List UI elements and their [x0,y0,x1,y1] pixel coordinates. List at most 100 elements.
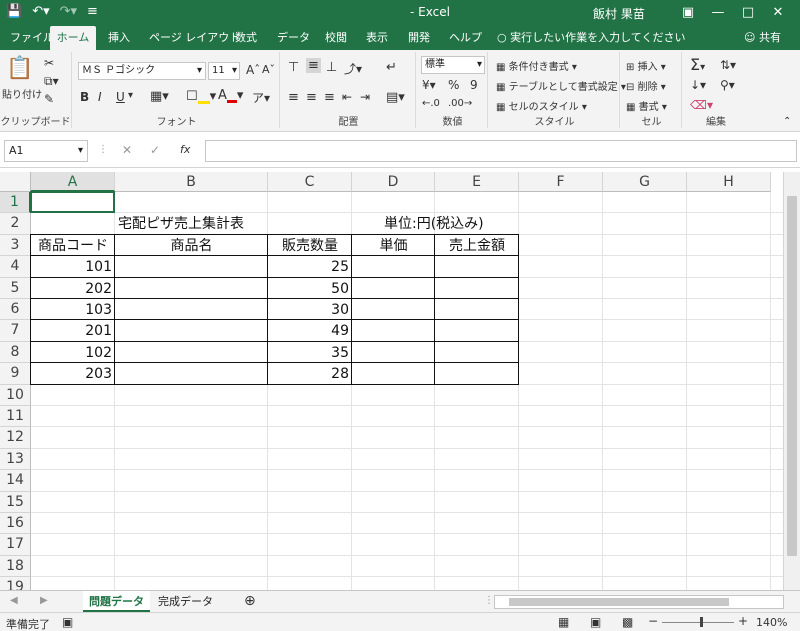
increase-decimal-icon[interactable]: ←.0 [422,98,440,109]
scroll-thumb[interactable] [509,598,729,606]
insert-cells-button[interactable]: ⊞ 挿入 ▾ [626,58,666,73]
tab-developer[interactable]: 開発 [406,26,432,50]
currency-icon[interactable]: ¥▾ [422,78,436,92]
column-header-b[interactable]: B [115,172,268,192]
phonetic-icon[interactable]: ア▾ [252,89,270,106]
number-format-select[interactable]: 標準 ▾ [421,56,485,74]
tell-me-box[interactable]: ○ 実行したい作業を入力してください [497,26,685,50]
paste-button[interactable]: 貼り付け [2,86,42,101]
tab-data[interactable]: データ [275,26,312,50]
sheet-tab-completed-data[interactable]: 完成データ [152,591,219,612]
grow-font-button[interactable]: Aˆ [246,63,260,77]
row-header-8[interactable]: 8 [0,341,31,364]
row-header-11[interactable]: 11 [0,406,31,428]
page-break-view-icon[interactable]: ▩ [622,615,633,629]
row-header-16[interactable]: 16 [0,513,31,535]
row-header-2[interactable]: 2 [0,213,31,235]
column-header-h[interactable]: H [687,172,771,192]
row-header-17[interactable]: 17 [0,534,31,556]
font-color-icon[interactable]: A ▾ [218,88,243,103]
wrap-text-icon[interactable]: ↵ [386,60,397,75]
align-middle-icon[interactable]: ≡ [306,58,321,73]
autosum-icon[interactable]: Σ▾ [690,55,705,74]
row-header-19[interactable]: 19 [0,577,31,590]
percent-button[interactable]: % [448,78,459,92]
scroll-left-icon[interactable]: ◀ [10,595,18,606]
tab-view[interactable]: 表示 [364,26,390,50]
column-header-f[interactable]: F [519,172,603,192]
zoom-level[interactable]: 140% [756,616,787,629]
paste-icon[interactable]: 📋 [6,56,33,81]
row-header-14[interactable]: 14 [0,470,31,492]
row-header-1[interactable]: 1 [0,192,31,214]
zoom-in-icon[interactable]: + [738,614,748,628]
scroll-thumb[interactable] [787,196,797,556]
cancel-icon[interactable]: ✕ [122,143,132,157]
worksheet-grid[interactable]: A B C D E F G H 1 2 3 4 5 6 7 8 9 10 11 12 13 14 15 16 17 18 19 宅配ピ… [0,172,800,590]
row-header-10[interactable]: 10 [0,384,31,406]
orientation-icon[interactable]: ⤴▾ [344,60,362,77]
macro-record-icon[interactable]: ▣ [62,615,73,629]
horizontal-scrollbar[interactable] [494,595,784,609]
font-size-select[interactable]: 11 ▾ [208,62,240,80]
italic-button[interactable]: I [98,90,102,104]
borders-icon[interactable]: ▦▾ [150,89,169,104]
active-cell-selection[interactable] [30,191,115,214]
name-box[interactable]: A1 ▾ [4,140,88,162]
align-center-icon[interactable]: ≡ [306,90,317,105]
bold-button[interactable]: B [80,90,89,104]
column-header-d[interactable]: D [352,172,435,192]
tab-home[interactable]: ホーム [50,26,96,50]
delete-cells-button[interactable]: ⊟ 削除 ▾ [626,78,666,93]
ribbon-options-icon[interactable]: ▣ [673,2,703,24]
user-name[interactable]: 飯村 果苗 [593,5,645,22]
scroll-right-icon[interactable]: ▶ [40,595,48,606]
merge-center-icon[interactable]: ▤▾ [386,90,405,105]
column-header-a[interactable]: A [31,172,115,192]
select-all-corner[interactable] [0,172,31,192]
save-icon[interactable]: 💾 [6,3,22,21]
redo-icon[interactable]: ↷▾ [60,3,77,21]
fill-color-icon[interactable]: ☐ ▾ [186,89,216,104]
minimize-icon[interactable]: — [703,2,733,24]
decrease-decimal-icon[interactable]: .00→ [448,98,472,109]
align-left-icon[interactable]: ≡ [288,90,299,105]
split-handle-icon[interactable]: ⋮ [484,595,494,606]
shrink-font-button[interactable]: Aˇ [262,63,275,76]
fill-icon[interactable]: ↓▾ [690,78,706,92]
align-right-icon[interactable]: ≡ [324,90,335,105]
tab-insert[interactable]: 挿入 [106,26,132,50]
collapse-ribbon-icon[interactable]: ⌃ [783,116,791,127]
zoom-slider[interactable] [662,622,734,623]
row-header-6[interactable]: 6 [0,299,31,321]
row-header-12[interactable]: 12 [0,427,31,449]
align-top-icon[interactable]: ⊤ [288,60,299,75]
row-header-18[interactable]: 18 [0,555,31,578]
cut-icon[interactable]: ✂ [44,56,54,70]
share-button[interactable]: ☺ 共有 [744,26,781,50]
row-header-3[interactable]: 3 [0,234,31,257]
close-icon[interactable]: ✕ [763,2,793,24]
vertical-scrollbar[interactable] [783,172,800,590]
restore-icon[interactable]: □ [733,2,763,24]
cell-styles-button[interactable]: ▦ セルのスタイル ▾ [496,98,587,113]
tab-formulas[interactable]: 数式 [233,26,259,50]
zoom-slider-thumb[interactable] [700,617,703,627]
conditional-format-button[interactable]: ▦ 条件付き書式 ▾ [496,58,577,73]
formula-input[interactable] [205,140,797,162]
row-header-15[interactable]: 15 [0,491,31,513]
enter-icon[interactable]: ✓ [150,143,160,157]
column-header-g[interactable]: G [603,172,687,192]
customize-qat-icon[interactable]: ≡ [87,3,98,21]
clear-icon[interactable]: ⌫▾ [690,98,713,112]
page-layout-view-icon[interactable]: ▣ [590,615,601,629]
comma-button[interactable]: 9 [470,78,478,92]
font-name-select[interactable]: ＭＳ Ｐゴシック ▾ [78,62,206,80]
normal-view-icon[interactable]: ▦ [558,615,569,629]
row-header-9[interactable]: 9 [0,363,31,385]
decrease-indent-icon[interactable]: ⇤ [342,90,352,104]
column-header-e[interactable]: E [435,172,519,192]
tab-page-layout[interactable]: ページ レイアウト [147,26,242,50]
format-as-table-button[interactable]: ▦ テーブルとして書式設定 ▾ [496,78,626,93]
align-bottom-icon[interactable]: ⊥ [326,60,337,75]
